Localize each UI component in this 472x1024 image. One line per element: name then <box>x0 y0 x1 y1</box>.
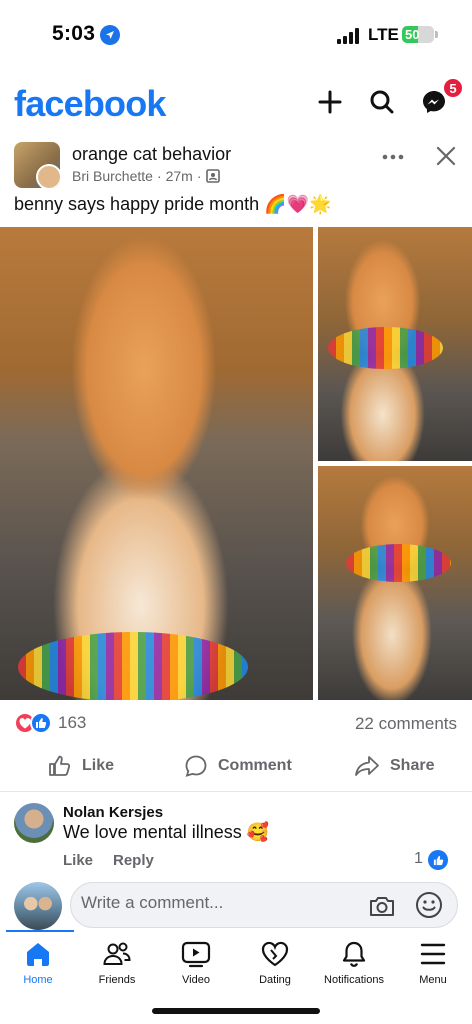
nav-menu[interactable]: Menu <box>393 940 472 986</box>
like-reaction-icon <box>30 712 52 734</box>
group-name[interactable]: orange cat behavior <box>72 144 231 165</box>
commenter-name[interactable]: Nolan Kersjes <box>63 804 163 821</box>
camera-icon <box>370 897 394 916</box>
thumbs-up-icon <box>49 755 71 776</box>
rainbow-collar <box>346 544 451 582</box>
group-privacy-icon <box>205 169 220 183</box>
bottom-nav: Home Friends Video Dating Notifications … <box>0 934 472 998</box>
nav-notifications-label: Notifications <box>324 974 384 986</box>
create-button[interactable] <box>312 84 348 120</box>
comments-count[interactable]: 22 comments <box>355 714 457 734</box>
post-photo-main[interactable] <box>0 227 313 700</box>
post-text: benny says happy pride month 🌈💗🌟 <box>14 194 332 214</box>
more-options-button[interactable] <box>380 144 406 170</box>
rainbow-collar <box>18 632 248 700</box>
like-button[interactable]: Like <box>48 754 114 778</box>
messenger-badge: 5 <box>442 77 464 99</box>
emoji-icon <box>416 892 442 918</box>
comment-reaction-count: 1 <box>414 850 423 867</box>
close-icon <box>436 146 456 166</box>
nav-dating-label: Dating <box>259 974 291 986</box>
location-arrow-icon <box>100 25 120 45</box>
post-header: orange cat behavior Bri Burchette · 27m … <box>0 140 472 192</box>
search-icon <box>370 90 394 114</box>
status-bar: 5:03 LTE 50 <box>0 0 472 70</box>
comment-like-reaction-icon[interactable] <box>428 850 448 870</box>
friends-icon <box>103 942 131 965</box>
comment-like-button[interactable]: Like <box>63 852 93 869</box>
battery-icon: 50 <box>402 26 434 43</box>
battery-percent: 50 <box>405 27 420 42</box>
reactions-summary[interactable]: 163 <box>14 712 86 734</box>
bell-icon <box>342 941 366 967</box>
nav-video[interactable]: Video <box>156 940 236 986</box>
home-icon <box>27 943 49 966</box>
comment-button[interactable]: Comment <box>184 754 292 778</box>
comment-text: We love mental illness 🥰 <box>63 822 270 842</box>
nav-friends[interactable]: Friends <box>77 940 157 986</box>
nav-home-label: Home <box>23 974 53 986</box>
divider <box>0 791 472 792</box>
my-avatar[interactable] <box>14 882 62 930</box>
nav-friends-label: Friends <box>98 974 136 986</box>
hide-post-button[interactable] <box>432 142 460 170</box>
home-indicator[interactable] <box>152 1008 320 1014</box>
comment-input[interactable] <box>81 893 341 913</box>
group-avatar[interactable] <box>14 142 60 188</box>
search-button[interactable] <box>364 84 400 120</box>
post-time[interactable]: 27m <box>166 168 193 184</box>
network-type: LTE <box>368 25 399 44</box>
post-actions: Like Comment Share <box>0 748 472 786</box>
comment-composer[interactable] <box>70 882 458 928</box>
rainbow-collar <box>328 327 443 369</box>
more-icon <box>382 154 404 160</box>
app-header: facebook <box>0 78 472 128</box>
camera-button[interactable] <box>367 891 397 921</box>
nav-home[interactable]: Home <box>0 940 78 986</box>
commenter-avatar[interactable] <box>14 803 54 843</box>
battery-tip <box>435 31 438 38</box>
nav-dating[interactable]: Dating <box>235 940 315 986</box>
status-time: 5:03 <box>52 22 96 45</box>
comment-reply-button[interactable]: Reply <box>113 852 154 869</box>
emoji-button[interactable] <box>413 889 445 921</box>
facebook-logo[interactable]: facebook <box>14 83 166 125</box>
share-icon <box>355 756 379 776</box>
share-label: Share <box>390 757 435 774</box>
post-author[interactable]: Bri Burchette <box>72 168 153 184</box>
post-meta: Bri Burchette · 27m · <box>72 168 220 184</box>
menu-icon <box>420 943 446 965</box>
post-photo-2[interactable] <box>318 227 472 461</box>
nav-video-label: Video <box>182 974 210 986</box>
cell-signal-icon <box>337 28 361 44</box>
share-button[interactable]: Share <box>354 754 434 778</box>
active-tab-indicator <box>6 930 74 932</box>
meta-separator: · <box>156 168 162 184</box>
post-photo-3[interactable] <box>318 466 472 700</box>
author-avatar[interactable] <box>36 164 60 188</box>
nav-notifications[interactable]: Notifications <box>314 940 394 986</box>
nav-menu-label: Menu <box>419 974 447 986</box>
meta-separator: · <box>196 168 202 184</box>
like-label: Like <box>82 757 115 774</box>
comment-label: Comment <box>218 757 292 774</box>
video-icon <box>181 941 211 968</box>
reaction-count: 163 <box>58 713 87 732</box>
comment-icon <box>185 755 207 777</box>
plus-icon <box>318 90 342 114</box>
dating-icon <box>261 941 289 967</box>
